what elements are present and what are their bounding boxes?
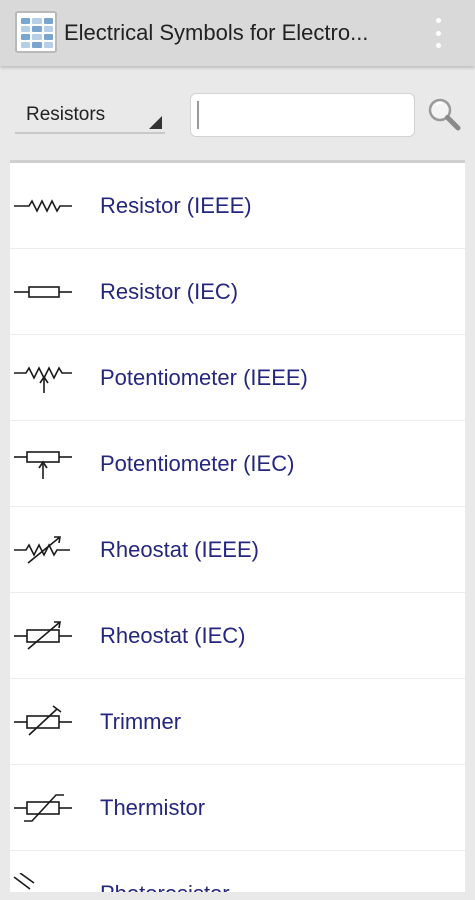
symbol-list[interactable]: Resistor (IEEE) Resistor (IEC) Potentiom…	[10, 160, 465, 892]
potentiometer-ieee-icon	[14, 366, 72, 393]
category-dropdown-value: Resistors	[26, 104, 106, 125]
list-item-label: Resistor (IEC)	[100, 279, 239, 304]
rheostat-iec-icon	[14, 621, 72, 650]
search-input[interactable]	[190, 93, 415, 137]
app-symbol-grid-icon	[15, 11, 57, 53]
list-item[interactable]: Photoresistor	[10, 851, 465, 892]
list-item[interactable]: Potentiometer (IEC)	[10, 421, 465, 507]
list-item[interactable]: Trimmer	[10, 679, 465, 765]
list-item[interactable]: Potentiometer (IEEE)	[10, 335, 465, 421]
search-icon[interactable]	[426, 96, 462, 132]
list-item[interactable]: Resistor (IEC)	[10, 249, 465, 335]
app-title: Electrical Symbols for Electro...	[64, 20, 369, 45]
list-item-label: Resistor (IEEE)	[100, 193, 252, 218]
list-item-label: Rheostat (IEC)	[100, 623, 246, 648]
photoresistor-icon	[13, 873, 35, 890]
list-item[interactable]: Rheostat (IEEE)	[10, 507, 465, 593]
app-bar: Electrical Symbols for Electro...	[0, 0, 475, 66]
trimmer-icon	[14, 705, 72, 736]
resistor-ieee-icon	[14, 199, 72, 213]
rheostat-ieee-icon	[14, 536, 70, 564]
more-vert-icon[interactable]	[426, 16, 450, 50]
dropdown-arrow-icon	[149, 116, 162, 129]
list-item-label: Potentiometer (IEC)	[100, 451, 295, 476]
list-item[interactable]: Resistor (IEEE)	[10, 163, 465, 249]
resistor-iec-icon	[14, 286, 72, 298]
list-item-label: Trimmer	[100, 709, 182, 734]
potentiometer-iec-icon	[14, 451, 72, 479]
list-item-label: Photoresistor	[100, 881, 230, 892]
list-item-label: Potentiometer (IEEE)	[100, 365, 308, 390]
list-item-label: Rheostat (IEEE)	[100, 537, 259, 562]
thermistor-icon	[14, 794, 72, 822]
list-item-label: Thermistor	[100, 795, 206, 820]
text-cursor	[197, 101, 199, 129]
category-dropdown[interactable]: Resistors	[15, 96, 165, 134]
list-item[interactable]: Thermistor	[10, 765, 465, 851]
list-item[interactable]: Rheostat (IEC)	[10, 593, 465, 679]
